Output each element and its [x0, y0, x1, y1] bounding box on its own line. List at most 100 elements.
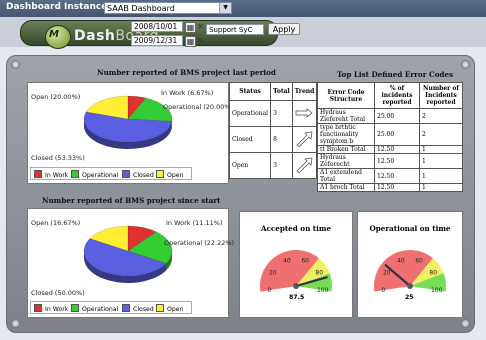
total-cell: 8 — [270, 126, 293, 153]
status-cell: Open — [228, 152, 272, 179]
support-select[interactable]: Support SyC — [206, 24, 264, 35]
accepted-gauge-title: Accepted on time — [260, 224, 332, 233]
screw-icon — [11, 60, 20, 69]
screw-icon — [461, 319, 470, 328]
table-row: Open 3 — [228, 152, 318, 179]
accepted-gauge-panel: Accepted on time 0 20 40 60 80 100 87.5 — [239, 211, 353, 318]
error-codes-table: Error Code Structure % of incidents repo… — [317, 82, 463, 192]
gauge-tick-label: 20 — [383, 269, 391, 276]
pie-label-closed: Closed (50.00%) — [31, 289, 85, 297]
table-row: A1 broch Total 12.50 1 — [317, 183, 463, 192]
calendar-icon[interactable]: ▦ — [185, 22, 196, 33]
gauge-tick-label: 60 — [301, 258, 309, 265]
pct-cell: 12.50 — [374, 168, 420, 184]
gauge-tick-label: 20 — [269, 269, 277, 276]
dashboard-panel: Number reported of BMS project last peri… — [6, 55, 475, 333]
screw-icon — [461, 60, 470, 69]
pie-label-open: Open (16.67%) — [31, 219, 81, 227]
gauge-tick-label: 100 — [431, 287, 443, 294]
trend-flat-icon — [291, 100, 318, 127]
legend-open: Open — [156, 170, 184, 179]
period-chart-title: Number reported of BMS project last peri… — [97, 68, 276, 77]
num-cell: 2 — [419, 108, 463, 124]
trend-up-icon — [291, 126, 318, 153]
since-pie-panel: Open (16.67%) In Work (11.11%) Operation… — [27, 208, 234, 318]
chevron-down-icon[interactable]: ▼ — [219, 3, 231, 13]
logo-emblem-icon: M — [45, 25, 71, 49]
pie-label-in-work: In Work (11.11%) — [166, 219, 223, 227]
num-header: Number of Incidents reported — [419, 82, 463, 109]
total-cell: 3 — [270, 152, 293, 179]
instance-select[interactable]: SAAB Dashboard ▼ — [104, 2, 232, 14]
pie-label-closed: Closed (53.33%) — [31, 154, 85, 162]
code-cell: Hydraus Ziefereht Total — [317, 108, 375, 124]
gauge-hub — [407, 283, 413, 289]
gauge-tick-label: 80 — [429, 269, 437, 276]
legend-open: Open — [156, 304, 184, 313]
error-code-header: Error Code Structure — [317, 82, 375, 109]
pie-label-open: Open (20.00%) — [31, 93, 81, 101]
gauge-hub — [293, 283, 299, 289]
legend-operational: Operational — [71, 170, 118, 179]
pct-cell: 25.00 — [374, 108, 420, 124]
table-row: tt Broken Total 12.50 1 — [317, 145, 463, 154]
legend-in-work: In Work — [34, 304, 68, 313]
legend-in-work: In Work — [34, 170, 68, 179]
table-row: Closed 8 — [228, 126, 318, 153]
num-cell: 1 — [419, 168, 463, 184]
pct-cell: 25.00 — [374, 123, 420, 146]
gauge-tick-label: 60 — [415, 258, 423, 265]
trend-up-icon — [291, 152, 318, 179]
code-cell: Hydraus Zeferecht — [317, 153, 375, 169]
num-cell: 2 — [419, 123, 463, 146]
table-row: Hydraus Ziefereht Total 25.00 2 — [317, 108, 463, 124]
gauge-tick-label: 0 — [381, 287, 385, 294]
code-cell: type brthtic functionality symptom b — [317, 123, 375, 146]
date-to-input[interactable]: 2009/12/31 — [131, 35, 183, 46]
num-cell: 1 — [419, 145, 463, 154]
total-cell: 3 — [270, 100, 293, 127]
since-legend: In Work Operational Closed Open — [30, 301, 192, 314]
pct-cell: 12.50 — [374, 145, 420, 154]
apply-button[interactable]: Apply — [268, 23, 300, 35]
pie-label-operational: Operational (20.00%) — [163, 103, 234, 111]
pct-header: % of incidents reported — [374, 82, 420, 109]
pct-cell: 12.50 — [374, 153, 420, 169]
pie-label-operational: Operational (22.22%) — [164, 239, 235, 247]
legend-operational: Operational — [71, 304, 118, 313]
code-cell: A1 extendend Total — [317, 168, 375, 184]
gauge-tick-label: 0 — [267, 287, 271, 294]
pie-label-in-work: In Work (6.67%) — [161, 89, 214, 97]
date-from-input[interactable]: 2008/10/01 — [131, 21, 183, 32]
period-pie-panel: Open (20.00%) In Work (6.67%) Operationa… — [27, 82, 233, 184]
instance-label: Dashboard Instance: — [6, 2, 111, 12]
table-row: A1 extendend Total 12.50 1 — [317, 168, 463, 184]
table-row: type brthtic functionality symptom b 25.0… — [317, 123, 463, 146]
error-codes-title: Top List Defined Error Codes — [337, 70, 454, 79]
accepted-gauge-value: 87.5 — [289, 294, 305, 301]
clear-icon[interactable]: ✕ — [196, 22, 205, 31]
trend-header: Trend — [291, 82, 318, 101]
gauge-tick-label: 80 — [315, 269, 323, 276]
operational-gauge-panel: Operational on time 0 20 40 60 80 100 25 — [357, 211, 463, 318]
calendar-icon[interactable]: ▦ — [185, 36, 196, 47]
operational-gauge-title: Operational on time — [369, 224, 451, 233]
table-row: Operational 3 — [228, 100, 318, 127]
instance-select-value: SAAB Dashboard — [107, 4, 175, 13]
gauge-tick-label: 40 — [283, 258, 291, 265]
status-header: Status — [228, 82, 272, 101]
period-legend: In Work Operational Closed Open — [30, 167, 192, 180]
status-cell: Operational — [228, 100, 272, 127]
total-header: Total — [270, 82, 293, 101]
clear-icon[interactable]: ✕ — [196, 36, 205, 45]
operational-gauge-value: 25 — [405, 294, 414, 301]
code-cell: tt Broken Total — [317, 145, 375, 154]
num-cell: 1 — [419, 153, 463, 169]
pct-cell: 12.50 — [374, 183, 420, 192]
status-cell: Closed — [228, 126, 272, 153]
screw-icon — [11, 319, 20, 328]
status-table: Status Total Trend Operational 3 Closed … — [228, 82, 318, 179]
code-cell: A1 broch Total — [317, 183, 375, 192]
dashboard-instance-bar: Dashboard Instance: SAAB Dashboard ▼ — [0, 0, 486, 17]
legend-closed: Closed — [122, 304, 154, 313]
